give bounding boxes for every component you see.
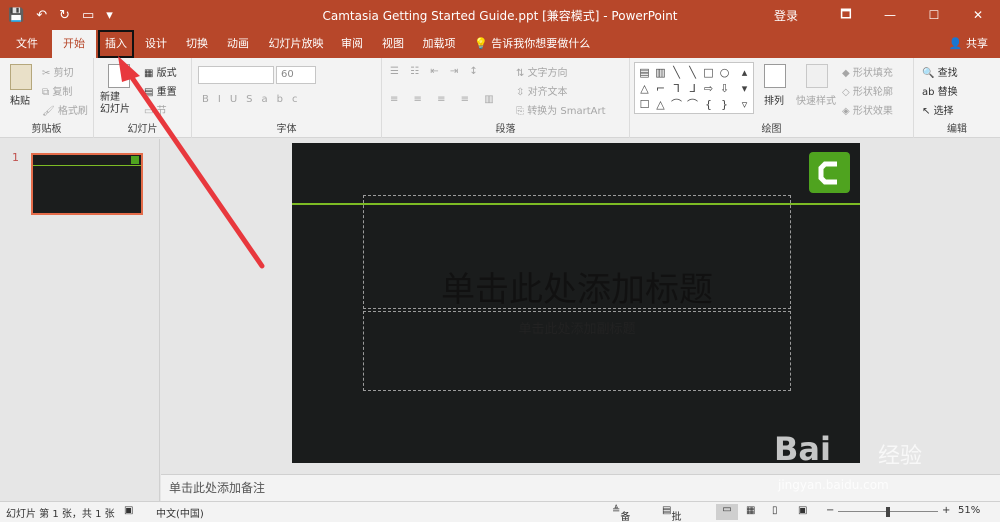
watermark-url: jingyan.baidu.com: [778, 478, 889, 492]
powerpoint-window: 💾 ↶ ↻ ▭ ▾ Camtasia Getting Started Guide…: [0, 0, 1000, 522]
watermark-brand: Bai: [774, 430, 831, 468]
watermark-cn: 经验: [878, 444, 923, 469]
baidu-watermark: Bai 经验 jingyan.baidu.com: [760, 412, 950, 502]
